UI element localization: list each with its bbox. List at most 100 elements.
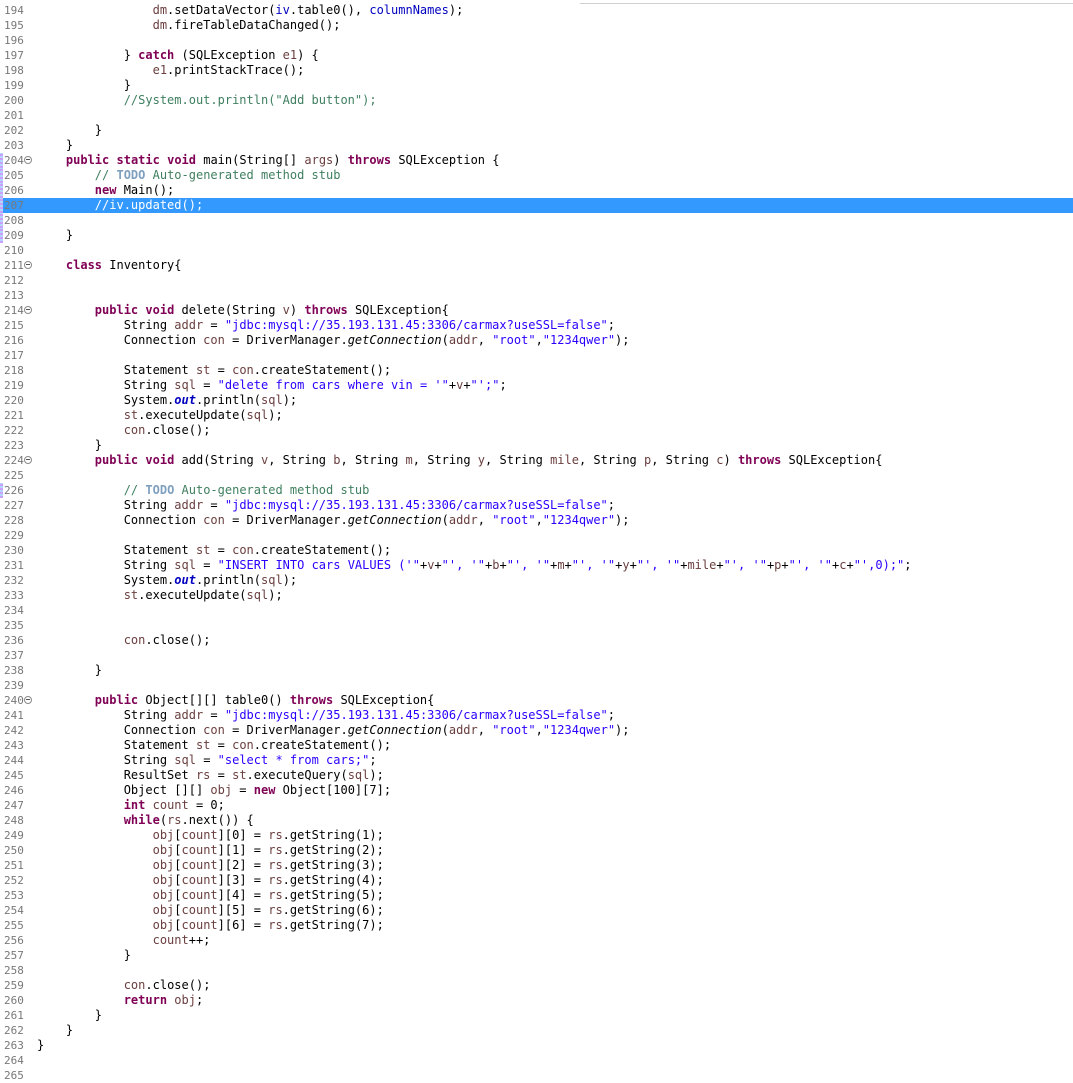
code-line[interactable]: 216 Connection con = DriverManager.getCo…: [0, 333, 1073, 348]
code-line[interactable]: 220 System.out.println(sql);: [0, 393, 1073, 408]
code-line[interactable]: 244 String sql = "select * from cars;";: [0, 753, 1073, 768]
code-line[interactable]: 218 Statement st = con.createStatement()…: [0, 363, 1073, 378]
code-line[interactable]: 263}: [0, 1038, 1073, 1053]
code-token: obj: [152, 903, 175, 917]
code-line[interactable]: 264: [0, 1053, 1073, 1068]
code-line[interactable]: 241 String addr = "jdbc:mysql://35.193.1…: [0, 708, 1073, 723]
code-token: SQLException{: [347, 303, 449, 317]
code-token: sql: [246, 408, 269, 422]
code-line[interactable]: 222 con.close();: [0, 423, 1073, 438]
code-line[interactable]: 224 public void add(String v, String b, …: [0, 453, 1073, 468]
code-line[interactable]: 257 }: [0, 948, 1073, 963]
line-gutter: 222: [0, 423, 36, 438]
code-line[interactable]: 205 // TODO Auto-generated method stub: [0, 168, 1073, 183]
code-token: addr: [448, 333, 478, 347]
code-line[interactable]: 210: [0, 243, 1073, 258]
code-line[interactable]: 253 obj[count][4] = rs.getString(5);: [0, 888, 1073, 903]
code-line[interactable]: 248 while(rs.next()) {: [0, 813, 1073, 828]
line-number: 228: [4, 514, 24, 527]
code-line[interactable]: 221 st.executeUpdate(sql);: [0, 408, 1073, 423]
code-token: ): [723, 453, 738, 467]
code-line[interactable]: 223 }: [0, 438, 1073, 453]
code-line[interactable]: 252 obj[count][3] = rs.getString(4);: [0, 873, 1073, 888]
fold-toggle-icon[interactable]: [24, 696, 32, 704]
code-line[interactable]: 245 ResultSet rs = st.executeQuery(sql);: [0, 768, 1073, 783]
code-line[interactable]: 226 // TODO Auto-generated method stub: [0, 483, 1073, 498]
code-line[interactable]: 237: [0, 648, 1073, 663]
code-line[interactable]: 233 st.executeUpdate(sql);: [0, 588, 1073, 603]
code-line[interactable]: 198 e1.printStackTrace();: [0, 63, 1073, 78]
code-token: //: [94, 168, 117, 182]
code-token: y: [622, 558, 630, 572]
code-line[interactable]: 250 obj[count][1] = rs.getString(2);: [0, 843, 1073, 858]
code-line[interactable]: 254 obj[count][5] = rs.getString(6);: [0, 903, 1073, 918]
code-line[interactable]: 260 return obj;: [0, 993, 1073, 1008]
code-line[interactable]: 262 }: [0, 1023, 1073, 1038]
code-line[interactable]: 197 } catch (SQLException e1) {: [0, 48, 1073, 63]
code-line[interactable]: 219 String sql = "delete from cars where…: [0, 378, 1073, 393]
line-gutter: 221: [0, 408, 36, 423]
code-line[interactable]: 214 public void delete(String v) throws …: [0, 303, 1073, 318]
code-line[interactable]: 217: [0, 348, 1073, 363]
code-line[interactable]: 209 }: [0, 228, 1073, 243]
code-line[interactable]: 206 new Main();: [0, 183, 1073, 198]
code-token: addr: [448, 513, 478, 527]
code-line[interactable]: 231 String sql = "INSERT INTO cars VALUE…: [0, 558, 1073, 573]
code-line[interactable]: 258: [0, 963, 1073, 978]
code-line[interactable]: 199 }: [0, 78, 1073, 93]
code-line[interactable]: 242 Connection con = DriverManager.getCo…: [0, 723, 1073, 738]
code-line[interactable]: 255 obj[count][6] = rs.getString(7);: [0, 918, 1073, 933]
code-line[interactable]: 194 dm.setDataVector(iv.table0(), column…: [0, 3, 1073, 18]
code-text: obj[count][6] = rs.getString(7);: [37, 918, 384, 933]
code-line[interactable]: 213: [0, 288, 1073, 303]
code-line[interactable]: 200 //System.out.println("Add button");: [0, 93, 1073, 108]
code-line[interactable]: 212: [0, 273, 1073, 288]
code-line[interactable]: 230 Statement st = con.createStatement()…: [0, 543, 1073, 558]
code-line[interactable]: 204 public static void main(String[] arg…: [0, 153, 1073, 168]
code-token: args: [304, 153, 334, 167]
code-line[interactable]: 196: [0, 33, 1073, 48]
code-line[interactable]: 239: [0, 678, 1073, 693]
code-line[interactable]: 240 public Object[][] table0() throws SQ…: [0, 693, 1073, 708]
line-gutter: 205: [0, 168, 36, 183]
code-line[interactable]: 228 Connection con = DriverManager.getCo…: [0, 513, 1073, 528]
code-line[interactable]: 265: [0, 1068, 1073, 1083]
code-line[interactable]: 195 dm.fireTableDataChanged();: [0, 18, 1073, 33]
code-line[interactable]: 256 count++;: [0, 933, 1073, 948]
code-line[interactable]: 225: [0, 468, 1073, 483]
code-line[interactable]: 207 //iv.updated();: [0, 198, 1073, 213]
code-line[interactable]: 238 }: [0, 663, 1073, 678]
code-line[interactable]: 235: [0, 618, 1073, 633]
code-line[interactable]: 251 obj[count][2] = rs.getString(3);: [0, 858, 1073, 873]
code-line[interactable]: 232 System.out.println(sql);: [0, 573, 1073, 588]
code-line[interactable]: 229: [0, 528, 1073, 543]
code-token: .getString(2);: [282, 843, 384, 857]
code-token: count: [181, 918, 218, 932]
fold-toggle-icon[interactable]: [24, 156, 32, 164]
code-line[interactable]: 211 class Inventory{: [0, 258, 1073, 273]
code-line[interactable]: 202 }: [0, 123, 1073, 138]
fold-toggle-icon[interactable]: [24, 306, 32, 314]
code-line[interactable]: 247 int count = 0;: [0, 798, 1073, 813]
code-line[interactable]: 215 String addr = "jdbc:mysql://35.193.1…: [0, 318, 1073, 333]
code-line[interactable]: 243 Statement st = con.createStatement()…: [0, 738, 1073, 753]
code-token: public: [65, 153, 110, 167]
code-token: throws: [347, 153, 392, 167]
code-editor[interactable]: 194 dm.setDataVector(iv.table0(), column…: [0, 3, 1073, 1083]
code-line[interactable]: 227 String addr = "jdbc:mysql://35.193.1…: [0, 498, 1073, 513]
code-token: =: [203, 318, 225, 332]
code-line[interactable]: 208: [0, 213, 1073, 228]
code-line[interactable]: 203 }: [0, 138, 1073, 153]
code-line[interactable]: 259 con.close();: [0, 978, 1073, 993]
fold-toggle-icon[interactable]: [24, 261, 32, 269]
code-line[interactable]: 201: [0, 108, 1073, 123]
code-line[interactable]: 261 }: [0, 1008, 1073, 1023]
fold-toggle-icon[interactable]: [24, 456, 32, 464]
code-line[interactable]: 249 obj[count][0] = rs.getString(1);: [0, 828, 1073, 843]
code-line[interactable]: 234: [0, 603, 1073, 618]
line-number: 265: [4, 1069, 24, 1082]
code-line[interactable]: 236 con.close();: [0, 633, 1073, 648]
change-marker-icon: [0, 198, 3, 213]
code-line[interactable]: 246 Object [][] obj = new Object[100][7]…: [0, 783, 1073, 798]
